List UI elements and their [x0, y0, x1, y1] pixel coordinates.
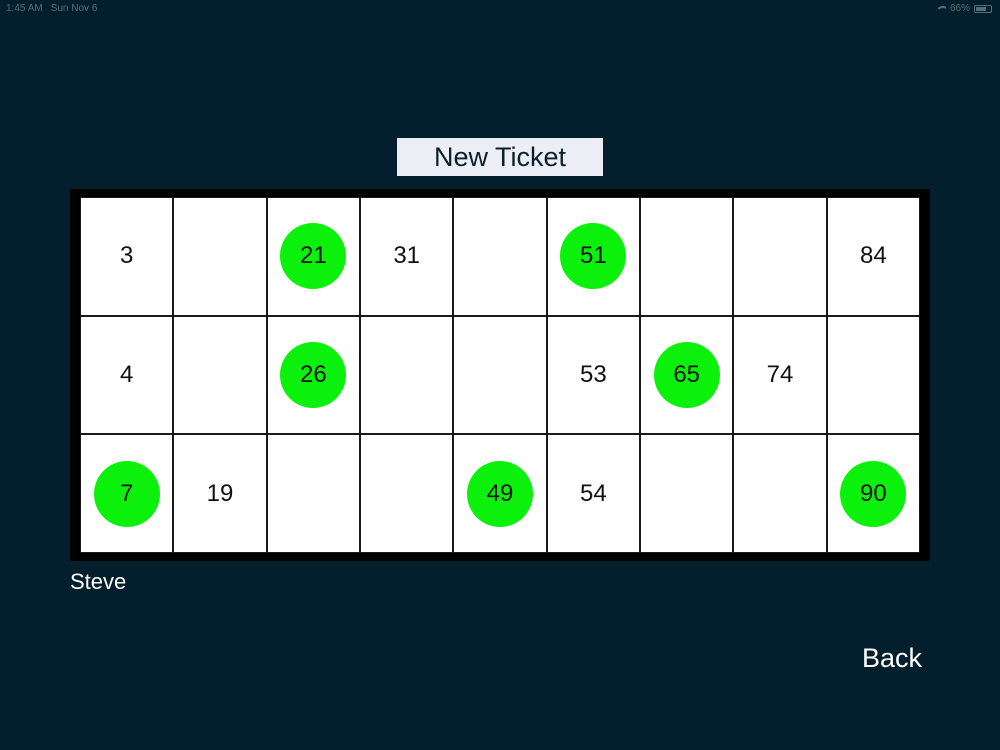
status-left: 1:45 AM Sun Nov 6: [6, 3, 97, 14]
marked-number-cell[interactable]: 51: [547, 198, 639, 315]
empty-cell: [361, 435, 453, 552]
marked-number-cell[interactable]: 49: [454, 435, 546, 552]
cell-number: 3: [119, 242, 134, 270]
number-cell[interactable]: 19: [174, 435, 266, 552]
player-name: Steve: [70, 569, 127, 594]
battery-icon: [974, 4, 992, 13]
empty-cell: [827, 316, 919, 434]
cell-number: 84: [859, 242, 887, 270]
cell-number: 65: [673, 360, 701, 388]
empty-cell: [267, 435, 359, 552]
empty-cell: [454, 316, 546, 434]
marked-number-cell[interactable]: 21: [267, 198, 359, 315]
wifi-icon: [936, 5, 946, 13]
cell-number: 21: [299, 242, 327, 270]
empty-cell: [734, 198, 826, 315]
status-bar: 1:45 AM Sun Nov 6 66%: [0, 0, 1000, 20]
ticket: 3 21 31 51 84 4 26 53 65 74 7 19 49 54 90: [70, 189, 930, 561]
cell-number: 49: [486, 479, 514, 507]
empty-cell: [174, 316, 266, 434]
number-cell[interactable]: 4: [81, 316, 173, 434]
status-right: 66%: [936, 3, 992, 14]
cell-number: 54: [579, 479, 607, 507]
status-date: Sun Nov 6: [50, 3, 98, 14]
cell-number: 74: [766, 360, 794, 388]
cell-number: 31: [393, 242, 421, 270]
number-cell[interactable]: 84: [827, 198, 919, 315]
cell-number: 26: [299, 360, 327, 388]
back-button[interactable]: Back: [862, 643, 922, 674]
number-cell[interactable]: 74: [734, 316, 826, 434]
cell-number: 4: [119, 360, 134, 388]
empty-cell: [641, 198, 733, 315]
marked-number-cell[interactable]: 26: [267, 316, 359, 434]
battery-percent: 66%: [949, 3, 970, 14]
marked-number-cell[interactable]: 90: [827, 435, 919, 552]
ticket-grid: 3 21 31 51 84 4 26 53 65 74 7 19 49 54 90: [80, 197, 920, 553]
number-cell[interactable]: 53: [547, 316, 639, 434]
new-ticket-button[interactable]: New Ticket: [397, 138, 603, 176]
empty-cell: [454, 198, 546, 315]
number-cell[interactable]: 54: [547, 435, 639, 552]
number-cell[interactable]: 3: [81, 198, 173, 315]
cell-number: 7: [119, 479, 134, 507]
empty-cell: [641, 435, 733, 552]
status-time: 1:45 AM: [6, 3, 43, 14]
cell-number: 19: [206, 479, 234, 507]
number-cell[interactable]: 31: [361, 198, 453, 315]
marked-number-cell[interactable]: 65: [641, 316, 733, 434]
marked-number-cell[interactable]: 7: [81, 435, 173, 552]
empty-cell: [734, 435, 826, 552]
empty-cell: [174, 198, 266, 315]
cell-number: 90: [859, 479, 887, 507]
cell-number: 51: [579, 242, 607, 270]
cell-number: 53: [579, 360, 607, 388]
empty-cell: [361, 316, 453, 434]
